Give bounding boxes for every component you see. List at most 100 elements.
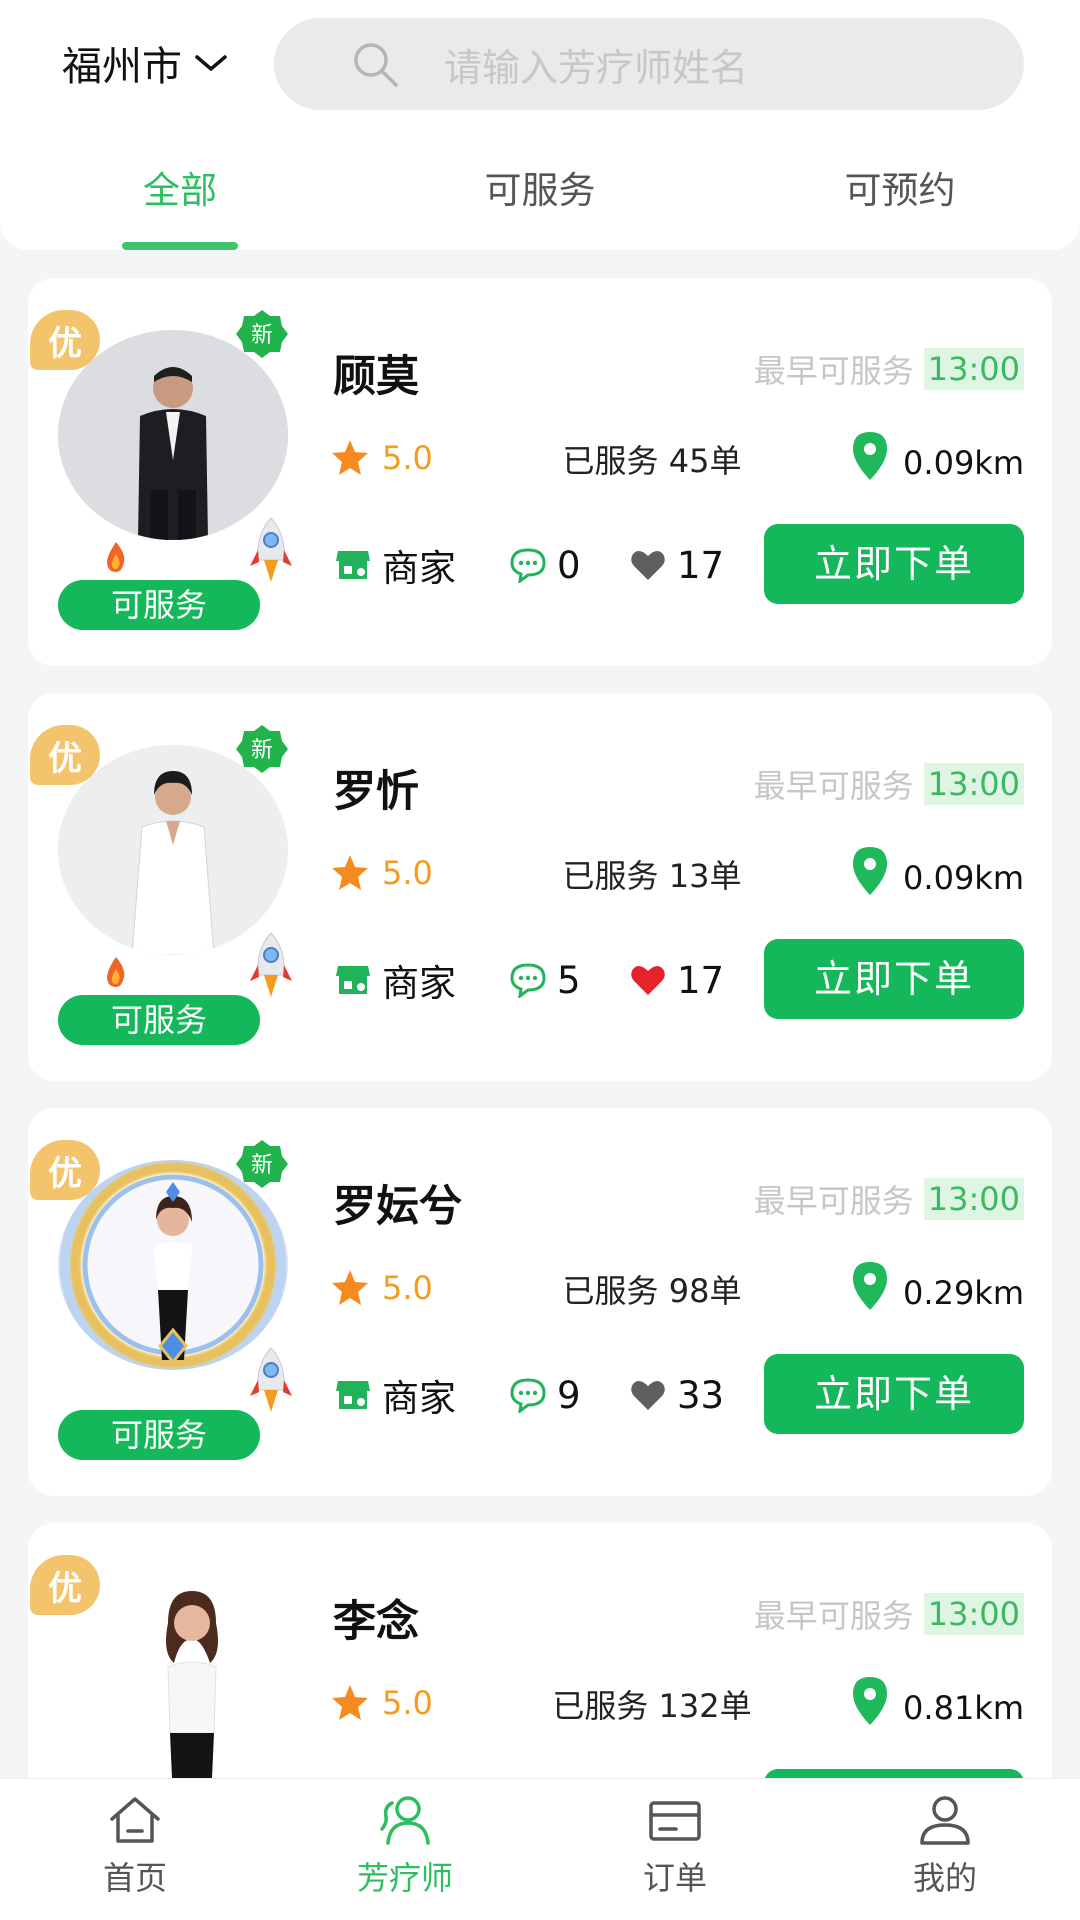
nav-home[interactable]: 首页 bbox=[65, 1793, 205, 1913]
star-icon bbox=[332, 855, 368, 890]
search-placeholder: 请输入芳疗师姓名 bbox=[444, 45, 749, 90]
likes[interactable]: 17 bbox=[629, 959, 739, 1002]
comment-count: 0 bbox=[557, 543, 581, 587]
chevron-down-icon bbox=[195, 55, 227, 72]
location-pin-icon bbox=[853, 432, 888, 480]
shop-link[interactable]: 商家 bbox=[334, 538, 509, 592]
shop-link[interactable]: 商家 bbox=[334, 953, 509, 1007]
earliest-service-time: 最早可服务 13:00 bbox=[754, 1591, 1024, 1637]
shop-link[interactable]: 商家 bbox=[334, 1368, 509, 1422]
served-count: 已服务 45单 bbox=[562, 442, 742, 480]
top-bar: 福州市 请输入芳疗师姓名 全部 可服务 可预约 bbox=[0, 0, 1080, 250]
city-label: 福州市 bbox=[62, 44, 182, 90]
therapist-card[interactable]: 优 新 可服务 罗忻 最早可服务 13:00 5.0 已服务 13单 0.09k… bbox=[28, 693, 1052, 1081]
rating: 5.0 bbox=[330, 438, 433, 478]
heart-filled-icon bbox=[631, 965, 665, 995]
earliest-label: 最早可服务 bbox=[753, 1182, 914, 1220]
like-count: 17 bbox=[677, 543, 725, 587]
star-icon bbox=[332, 1685, 368, 1720]
like-count: 33 bbox=[677, 1373, 725, 1417]
earliest-label: 最早可服务 bbox=[753, 767, 914, 805]
star-icon bbox=[332, 440, 368, 475]
status-available-button[interactable]: 可服务 bbox=[58, 580, 260, 630]
status-available-button[interactable]: 可服务 bbox=[58, 1410, 260, 1460]
like-count: 17 bbox=[677, 958, 725, 1002]
earliest-label: 最早可服务 bbox=[753, 352, 914, 390]
premium-badge: 优 bbox=[30, 1555, 100, 1615]
earliest-service-time: 最早可服务 13:00 bbox=[754, 761, 1024, 807]
comment-count: 5 bbox=[557, 958, 581, 1002]
therapist-icon bbox=[380, 1796, 430, 1845]
flame-icon bbox=[107, 542, 125, 572]
tab-bookable-label: 可预约 bbox=[844, 169, 956, 212]
therapist-name: 顾莫 bbox=[333, 352, 419, 402]
stats-row: 商家 5 17 bbox=[334, 955, 739, 1005]
nav-profile[interactable]: 我的 bbox=[875, 1793, 1015, 1913]
flame-icon bbox=[107, 957, 125, 987]
served-count: 已服务 13单 bbox=[562, 857, 742, 895]
therapist-name: 罗妘兮 bbox=[333, 1182, 462, 1232]
nav-therapists[interactable]: 芳疗师 bbox=[335, 1793, 475, 1913]
rocket-icon bbox=[250, 517, 292, 582]
order-now-button[interactable]: 立即下单 bbox=[764, 524, 1024, 604]
therapist-card[interactable]: 优 新 可服务 罗妘兮 最早可服务 13:00 5.0 已服务 98单 0.29… bbox=[28, 1108, 1052, 1496]
earliest-service-time: 最早可服务 13:00 bbox=[754, 346, 1024, 392]
active-tab-indicator bbox=[122, 242, 238, 250]
city-selector[interactable]: 福州市 bbox=[62, 38, 228, 90]
tab-available[interactable]: 可服务 bbox=[440, 160, 640, 214]
served-count: 已服务 132单 bbox=[552, 1687, 752, 1725]
svg-text:新: 新 bbox=[251, 1153, 273, 1178]
stats-row: 商家 0 17 bbox=[334, 540, 739, 590]
profile-icon bbox=[920, 1796, 970, 1845]
shop-label: 商家 bbox=[382, 547, 456, 590]
svg-text:新: 新 bbox=[251, 323, 273, 348]
comments[interactable]: 5 bbox=[509, 959, 629, 1002]
tab-available-label: 可服务 bbox=[484, 169, 596, 212]
therapist-card[interactable]: 优 新 可服务 顾莫 最早可服务 13:00 5.0 已服务 45单 0.09k… bbox=[28, 278, 1052, 666]
distance-value: 0.29km bbox=[903, 1274, 1024, 1312]
distance-value: 0.09km bbox=[903, 859, 1024, 897]
rating-value: 5.0 bbox=[382, 439, 433, 477]
shop-icon bbox=[336, 551, 370, 579]
tab-bookable[interactable]: 可预约 bbox=[800, 160, 1000, 214]
status-available-button[interactable]: 可服务 bbox=[58, 995, 260, 1045]
rating-value: 5.0 bbox=[382, 1684, 433, 1722]
rating: 5.0 bbox=[330, 1268, 433, 1308]
order-now-button[interactable]: 立即下单 bbox=[764, 1354, 1024, 1434]
distance: 0.81km bbox=[849, 1675, 1024, 1727]
rating: 5.0 bbox=[330, 1683, 433, 1723]
likes[interactable]: 17 bbox=[629, 544, 739, 587]
likes[interactable]: 33 bbox=[629, 1374, 739, 1417]
earliest-time-value: 13:00 bbox=[923, 1178, 1024, 1220]
earliest-time-value: 13:00 bbox=[923, 763, 1024, 805]
new-badge-icon: 新 bbox=[236, 1140, 288, 1188]
earliest-service-time: 最早可服务 13:00 bbox=[754, 1176, 1024, 1222]
comment-count: 9 bbox=[557, 1373, 581, 1417]
new-badge-icon: 新 bbox=[236, 310, 288, 358]
new-badge-icon: 新 bbox=[236, 725, 288, 773]
distance: 0.09km bbox=[849, 430, 1024, 482]
comment-icon bbox=[510, 963, 546, 998]
rating-value: 5.0 bbox=[382, 854, 433, 892]
nav-orders-label: 订单 bbox=[642, 1859, 707, 1897]
nav-orders[interactable]: 订单 bbox=[605, 1793, 745, 1913]
shop-label: 商家 bbox=[382, 962, 456, 1005]
distance: 0.29km bbox=[849, 1260, 1024, 1312]
search-input[interactable]: 请输入芳疗师姓名 bbox=[274, 18, 1024, 110]
tab-all[interactable]: 全部 bbox=[80, 160, 280, 250]
earliest-label: 最早可服务 bbox=[753, 1597, 914, 1635]
comments[interactable]: 9 bbox=[509, 1374, 629, 1417]
rocket-icon bbox=[250, 932, 292, 997]
distance: 0.09km bbox=[849, 845, 1024, 897]
comments[interactable]: 0 bbox=[509, 544, 629, 587]
order-icon bbox=[649, 1801, 701, 1841]
search-icon bbox=[354, 43, 398, 87]
stats-row: 商家 9 33 bbox=[334, 1370, 739, 1420]
heart-icon bbox=[631, 1380, 665, 1410]
shop-icon bbox=[336, 966, 370, 994]
comment-icon bbox=[510, 1378, 546, 1413]
nav-therapists-label: 芳疗师 bbox=[356, 1859, 453, 1897]
order-now-button[interactable]: 立即下单 bbox=[764, 939, 1024, 1019]
tab-all-label: 全部 bbox=[143, 169, 217, 212]
distance-value: 0.09km bbox=[903, 444, 1024, 482]
